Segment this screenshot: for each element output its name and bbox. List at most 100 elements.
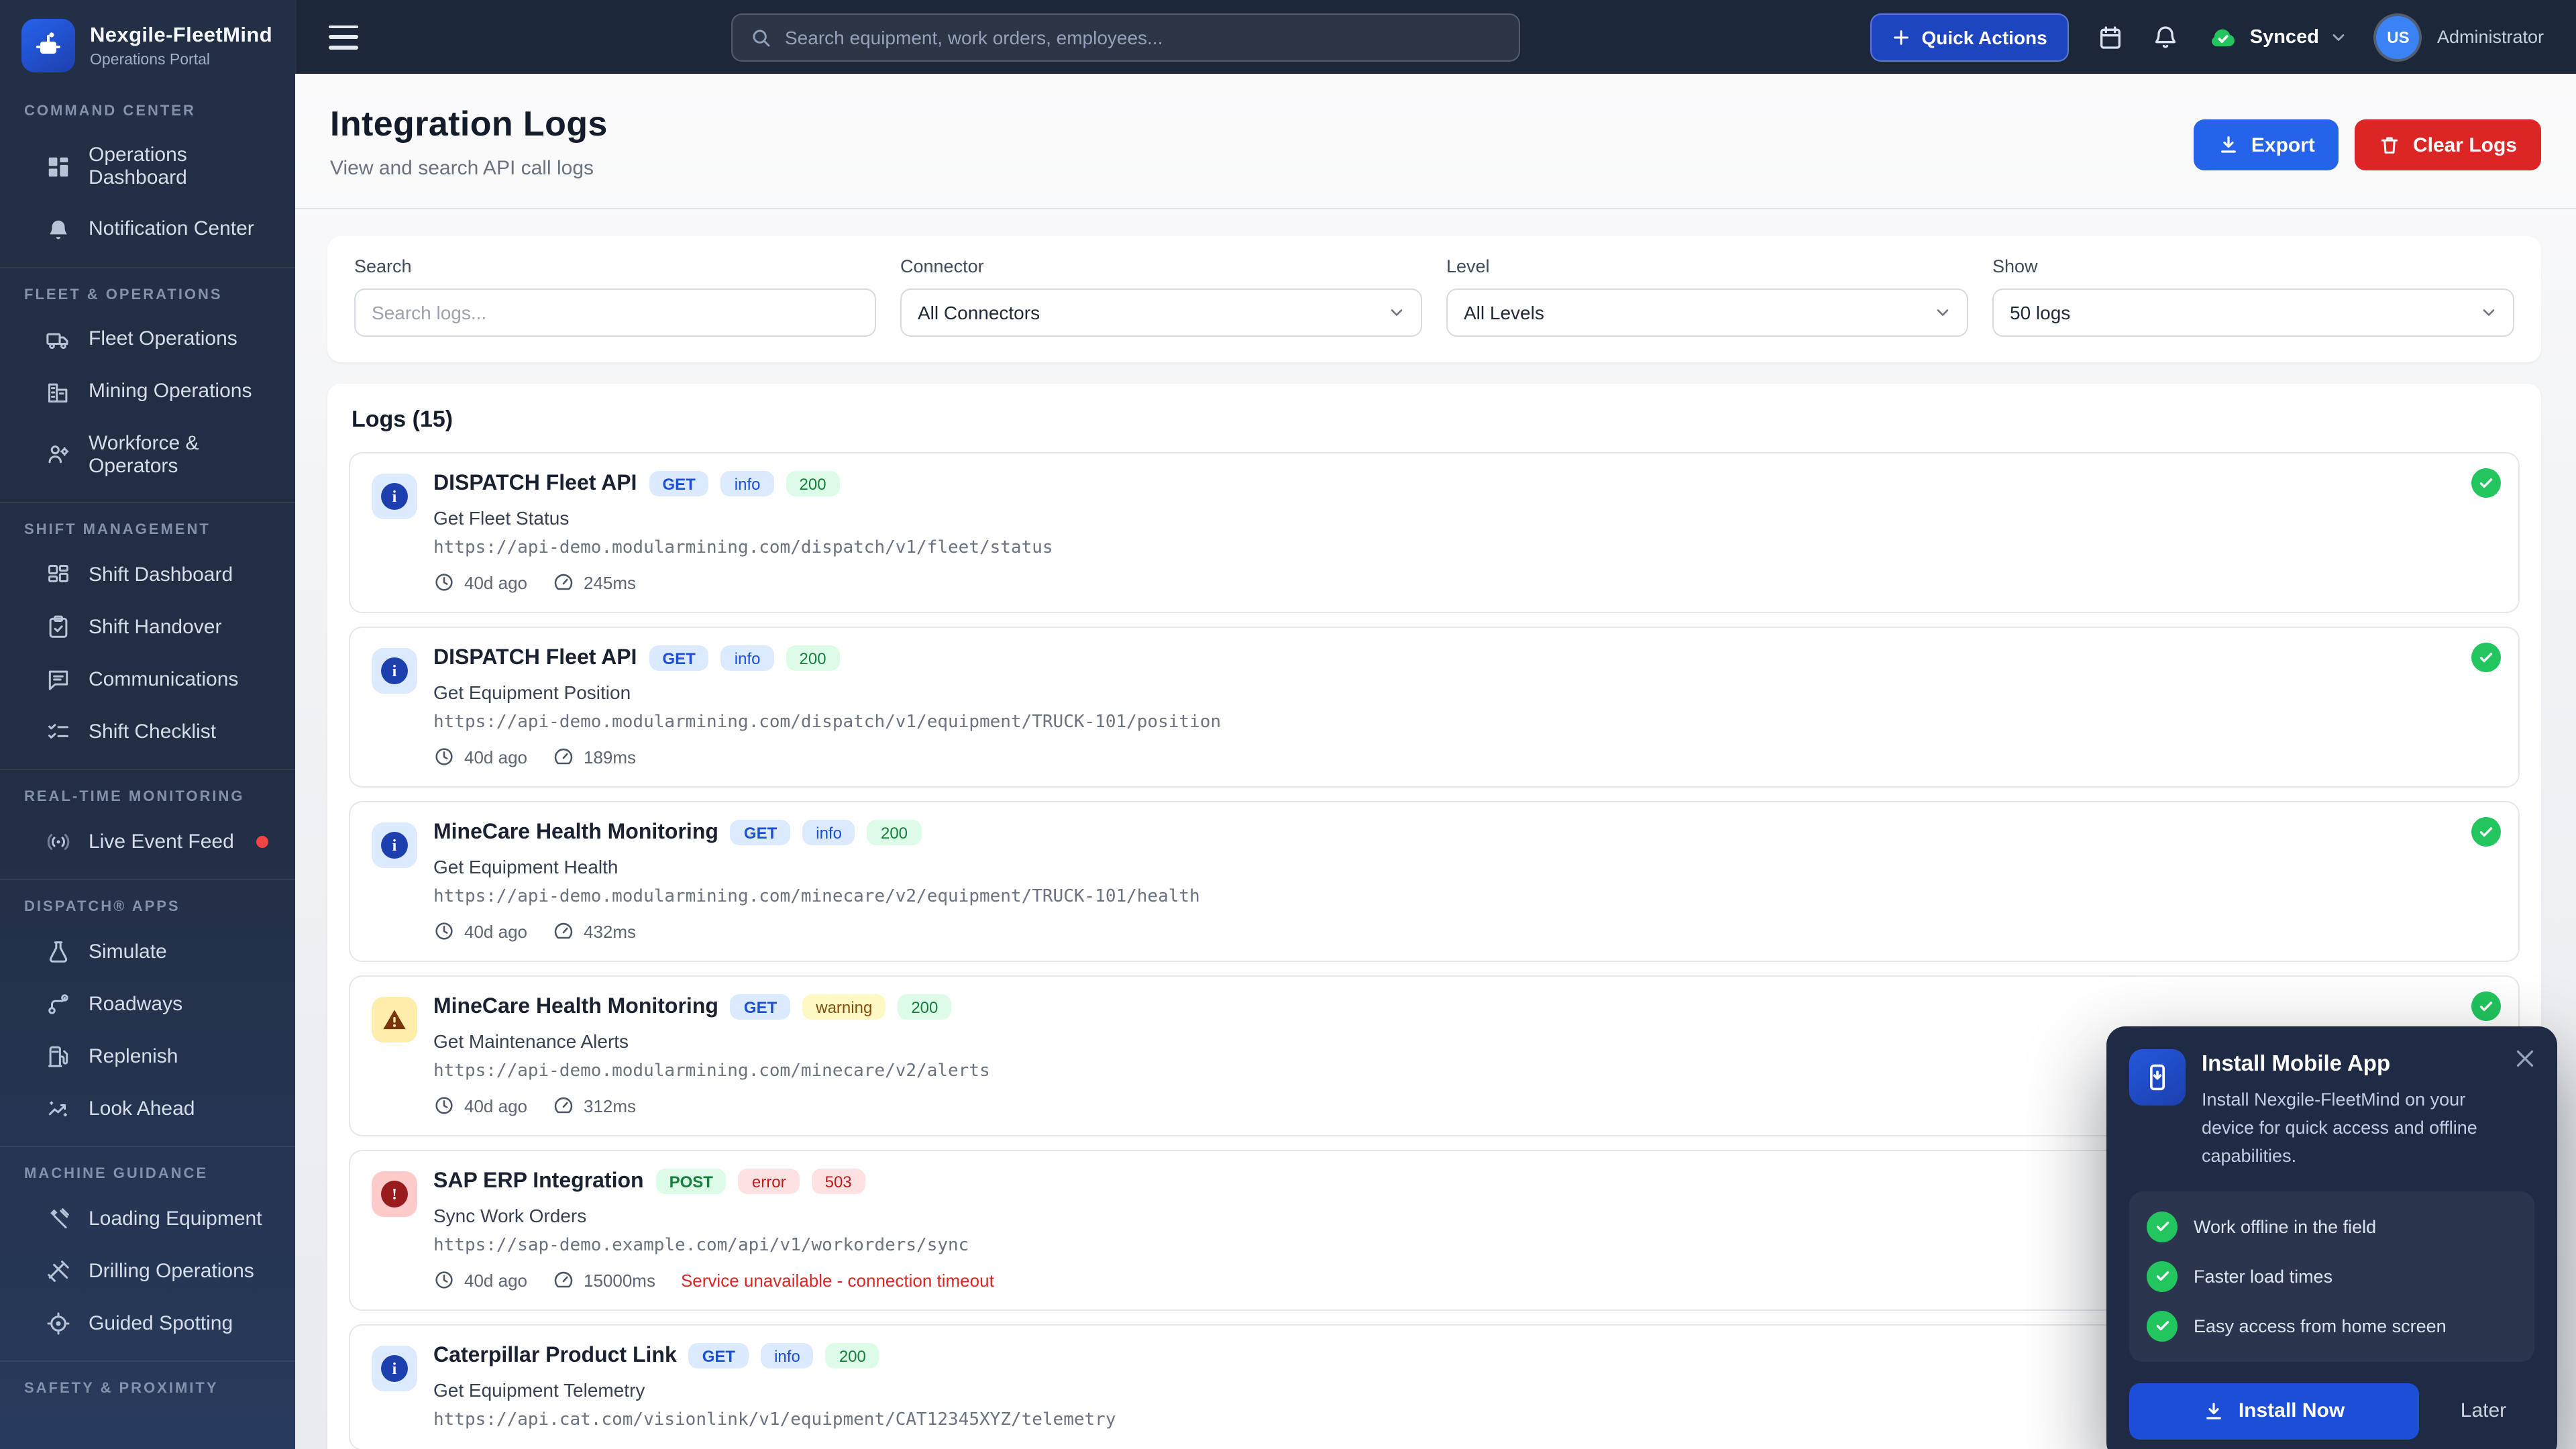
- log-duration: 245ms: [584, 572, 636, 592]
- sidebar-item-live-event-feed[interactable]: Live Event Feed: [0, 816, 295, 868]
- log-duration: 189ms: [584, 747, 636, 767]
- sidebar-item-notification-center[interactable]: Notification Center: [0, 203, 295, 256]
- sidebar-item-operations-dashboard[interactable]: Operations Dashboard: [0, 130, 295, 203]
- check-circle-icon: [2147, 1212, 2178, 1242]
- filter-level-label: Level: [1446, 256, 1968, 276]
- clipboard-icon: [46, 614, 71, 640]
- global-search[interactable]: [731, 13, 1520, 61]
- radio-icon: [46, 829, 71, 855]
- sidebar-item-label: Drilling Operations: [89, 1260, 276, 1283]
- route-icon: [46, 991, 71, 1017]
- later-button[interactable]: Later: [2432, 1400, 2534, 1423]
- sidebar-item-drilling-operations[interactable]: Drilling Operations: [0, 1245, 295, 1297]
- logs-search-input[interactable]: [372, 302, 859, 323]
- sidebar-section-title: DISPATCH® APPS: [0, 899, 295, 915]
- check-icon: [2478, 824, 2494, 840]
- menu-toggle-icon[interactable]: [329, 25, 358, 49]
- sidebar-section-title: COMMAND CENTER: [0, 103, 295, 119]
- clear-logs-button[interactable]: Clear Logs: [2355, 119, 2541, 170]
- benefit-label: Work offline in the field: [2194, 1217, 2376, 1237]
- tools-icon: [46, 1206, 71, 1232]
- level-badge: info: [721, 471, 774, 496]
- success-check-icon: [2471, 817, 2501, 847]
- install-now-label: Install Now: [2239, 1400, 2345, 1423]
- success-check-icon: [2471, 468, 2501, 498]
- status-badge: 200: [786, 471, 840, 496]
- calendar-icon[interactable]: [2097, 23, 2124, 50]
- topbar-actions: Quick Actions Synced US Administrator: [1871, 13, 2544, 61]
- cloud-check-icon: [2207, 21, 2239, 53]
- log-entry[interactable]: i DISPATCH Fleet API GET info 200 Get Fl…: [349, 452, 2520, 613]
- install-app-toast: Install Mobile App Install Nexgile-Fleet…: [2106, 1026, 2557, 1449]
- sidebar-item-replenish[interactable]: Replenish: [0, 1030, 295, 1083]
- sidebar-item-shift-checklist[interactable]: Shift Checklist: [0, 706, 295, 758]
- sidebar-nav: COMMAND CENTER Operations Dashboard Noti…: [0, 90, 295, 1397]
- clear-logs-label: Clear Logs: [2413, 133, 2517, 156]
- sidebar-item-mining-operations[interactable]: Mining Operations: [0, 366, 295, 418]
- sync-status[interactable]: Synced: [2207, 21, 2349, 53]
- logs-count-header: Logs (15): [352, 407, 2517, 433]
- sidebar-section: SHIFT MANAGEMENT Shift Dashboard Shift H…: [0, 502, 295, 758]
- filter-show-label: Show: [1992, 256, 2514, 276]
- connector-select[interactable]: All Connectors: [900, 288, 1422, 337]
- notifications-bell-icon[interactable]: [2152, 23, 2179, 50]
- sidebar-item-shift-dashboard[interactable]: Shift Dashboard: [0, 549, 295, 601]
- check-icon: [2154, 1318, 2170, 1334]
- sidebar-item-communications[interactable]: Communications: [0, 653, 295, 706]
- app-name: Nexgile-FleetMind: [90, 23, 272, 48]
- download-icon: [2204, 1401, 2225, 1422]
- level-select[interactable]: All Levels: [1446, 288, 1968, 337]
- log-entry[interactable]: i MineCare Health Monitoring GET info 20…: [349, 801, 2520, 962]
- level-badge: info: [721, 645, 774, 671]
- method-badge: GET: [649, 471, 708, 496]
- sidebar-item-label: Notification Center: [89, 218, 276, 241]
- app-logo: Nexgile-FleetMind Operations Portal: [0, 0, 295, 90]
- benefit-label: Easy access from home screen: [2194, 1316, 2447, 1336]
- clock-icon: [433, 1095, 455, 1116]
- benefit-item: Work offline in the field: [2147, 1212, 2517, 1242]
- logs-search-field[interactable]: [354, 288, 876, 337]
- quick-actions-button[interactable]: Quick Actions: [1871, 13, 2069, 61]
- check-icon: [2154, 1219, 2170, 1235]
- sidebar-item-label: Simulate: [89, 941, 276, 964]
- sidebar-item-fleet-operations[interactable]: Fleet Operations: [0, 313, 295, 366]
- status-badge: 200: [898, 994, 951, 1020]
- chat-icon: [46, 667, 71, 692]
- log-entry[interactable]: i DISPATCH Fleet API GET info 200 Get Eq…: [349, 627, 2520, 788]
- log-time: 40d ago: [464, 572, 527, 592]
- method-badge: POST: [656, 1169, 727, 1194]
- log-action: Get Equipment Position: [433, 682, 2497, 703]
- sidebar-item-guided-spotting[interactable]: Guided Spotting: [0, 1297, 295, 1350]
- user-avatar[interactable]: US: [2377, 15, 2420, 58]
- sidebar-item-roadways[interactable]: Roadways: [0, 978, 295, 1030]
- info-icon: i: [372, 822, 417, 868]
- page-subtitle: View and search API call logs: [330, 157, 608, 180]
- check-circle-icon: [2147, 1261, 2178, 1292]
- sidebar-item-loading-equipment[interactable]: Loading Equipment: [0, 1193, 295, 1245]
- sidebar-item-shift-handover[interactable]: Shift Handover: [0, 601, 295, 653]
- show-select[interactable]: 50 logs: [1992, 288, 2514, 337]
- export-button[interactable]: Export: [2194, 119, 2339, 170]
- factory-icon: [46, 379, 71, 405]
- gauge-icon: [553, 1095, 574, 1116]
- check-circle-icon: [2147, 1311, 2178, 1342]
- log-error-message: Service unavailable - connection timeout: [681, 1270, 994, 1290]
- checklist-icon: [46, 719, 71, 745]
- success-check-icon: [2471, 643, 2501, 672]
- log-time: 40d ago: [464, 921, 527, 941]
- install-now-button[interactable]: Install Now: [2129, 1383, 2419, 1440]
- close-icon[interactable]: [2513, 1046, 2537, 1071]
- sidebar-item-label: Look Ahead: [89, 1097, 276, 1121]
- sidebar-item-simulate[interactable]: Simulate: [0, 926, 295, 978]
- sidebar-item-look-ahead[interactable]: Look Ahead: [0, 1083, 295, 1135]
- global-search-input[interactable]: [785, 26, 1501, 48]
- trash-icon: [2379, 134, 2401, 156]
- check-icon: [2478, 475, 2494, 491]
- export-label: Export: [2251, 133, 2315, 156]
- sidebar-item-workforce-operators[interactable]: Workforce & Operators: [0, 418, 295, 491]
- log-url: https://api-demo.modularmining.com/dispa…: [433, 538, 2497, 558]
- sidebar-item-label: Shift Dashboard: [89, 564, 276, 587]
- log-action: Get Fleet Status: [433, 507, 2497, 529]
- app-window: Nexgile-FleetMind Operations Portal COMM…: [0, 0, 2576, 1449]
- workforce-icon: [46, 442, 71, 468]
